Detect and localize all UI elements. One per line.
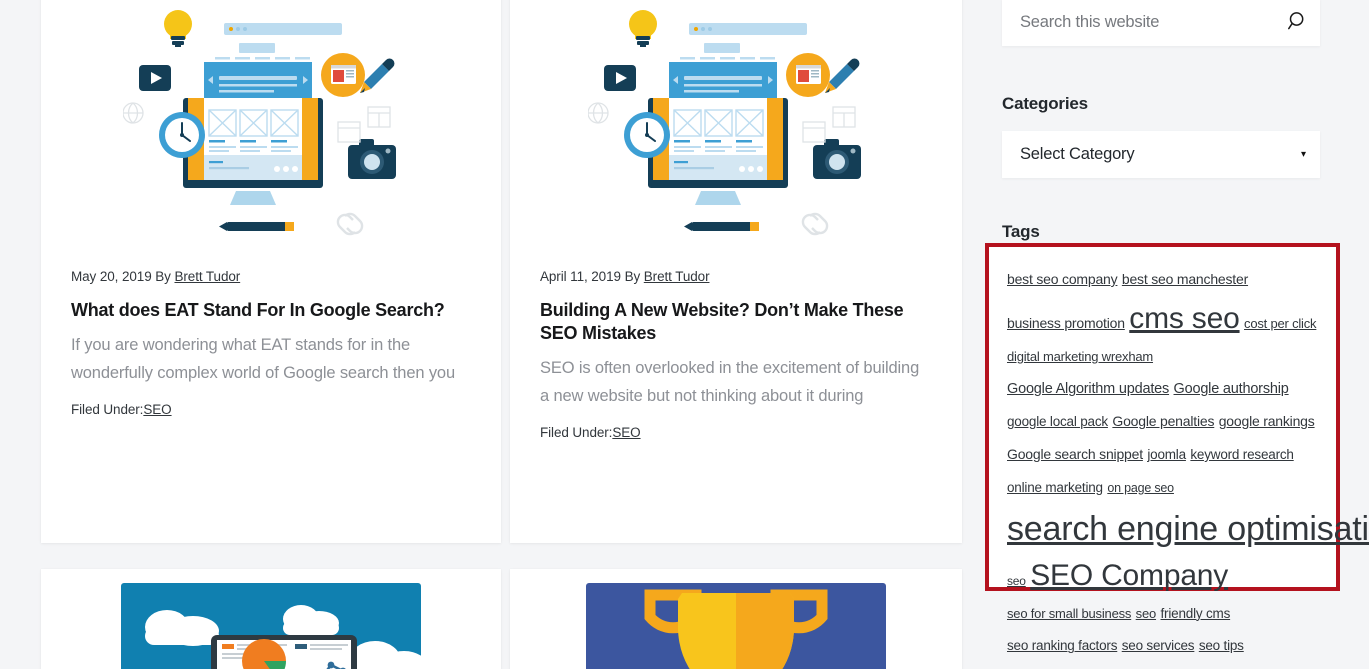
analytics-dashboard-clouds-illustration-icon xyxy=(121,583,421,669)
tag-link[interactable]: Google search snippet xyxy=(1007,446,1143,462)
tag-link[interactable]: joomla xyxy=(1147,447,1186,462)
tag-link[interactable]: Google authorship xyxy=(1174,381,1289,397)
post-thumbnail-link[interactable] xyxy=(510,569,962,669)
post-card[interactable] xyxy=(510,569,962,669)
tag-link[interactable]: best seo manchester xyxy=(1122,271,1248,287)
filed-under-label: Filed Under: xyxy=(540,424,613,440)
post-author-link[interactable]: Brett Tudor xyxy=(644,269,710,284)
post-thumbnail-link[interactable] xyxy=(41,0,501,269)
filed-under-label: Filed Under: xyxy=(71,401,144,417)
tag-link[interactable]: seo for small business xyxy=(1007,606,1131,621)
tag-link[interactable]: seo xyxy=(1007,574,1026,588)
post-card[interactable]: April 11, 2019 By Brett Tudor Building A… xyxy=(510,0,962,543)
seo-web-design-illustration-icon xyxy=(122,0,419,269)
tag-link[interactable]: on page seo xyxy=(1107,481,1174,495)
posts-grid: May 20, 2019 By Brett Tudor What does EA… xyxy=(41,0,962,669)
post-title-link[interactable]: What does EAT Stand For In Google Search… xyxy=(71,299,471,322)
tag-link[interactable]: keyword research xyxy=(1190,447,1294,462)
search-input[interactable] xyxy=(1002,13,1276,32)
tag-link[interactable]: cost per click xyxy=(1244,316,1317,331)
post-date: April 11, 2019 xyxy=(540,269,621,284)
tag-link[interactable]: business promotion xyxy=(1007,315,1125,331)
post-meta: April 11, 2019 By Brett Tudor xyxy=(540,269,932,284)
tag-link[interactable]: Google penalties xyxy=(1112,413,1214,429)
tag-cloud: best seo company best seo manchester bus… xyxy=(985,243,1369,653)
gold-trophy-illustration-icon xyxy=(586,583,886,669)
categories-widget-title: Categories xyxy=(1002,94,1088,113)
post-by-label: By xyxy=(155,269,171,284)
post-body: May 20, 2019 By Brett Tudor What does EA… xyxy=(41,269,501,417)
post-thumbnail-link[interactable] xyxy=(41,569,501,669)
tag-link[interactable]: seo ranking factors xyxy=(1007,638,1117,653)
tag-cloud-list: best seo company best seo manchester bus… xyxy=(1007,264,1369,669)
post-by-label: By xyxy=(624,269,641,284)
category-select-value: Select Category xyxy=(1020,145,1135,163)
search-icon xyxy=(1288,11,1308,34)
page-root: May 20, 2019 By Brett Tudor What does EA… xyxy=(0,0,1369,669)
post-meta: May 20, 2019 By Brett Tudor xyxy=(71,269,471,284)
tag-link[interactable]: search engine optimisation xyxy=(1007,510,1369,548)
search-submit-button[interactable] xyxy=(1276,0,1320,46)
tag-link[interactable]: digital marketing wrexham xyxy=(1007,349,1153,364)
tag-link[interactable]: friendly cms xyxy=(1161,606,1231,621)
tag-link[interactable]: seo tips xyxy=(1199,638,1244,653)
post-date: May 20, 2019 xyxy=(71,269,152,284)
post-filed-under: Filed Under:SEO xyxy=(71,402,471,417)
post-excerpt: If you are wondering what EAT stands for… xyxy=(71,336,455,383)
post-body: April 11, 2019 By Brett Tudor Building A… xyxy=(510,269,962,440)
tag-link[interactable]: Google Algorithm updates xyxy=(1007,381,1169,397)
tag-link[interactable]: seo services xyxy=(1122,638,1195,653)
tag-link[interactable]: cms seo xyxy=(1129,302,1239,335)
post-author-link[interactable]: Brett Tudor xyxy=(174,269,240,284)
tag-link[interactable]: google local pack xyxy=(1007,414,1108,429)
tags-widget-title: Tags xyxy=(1002,222,1040,241)
tag-link[interactable]: SEO Company xyxy=(1030,559,1228,592)
post-category-link[interactable]: SEO xyxy=(143,402,171,417)
tag-link[interactable]: google rankings xyxy=(1219,413,1315,429)
chevron-down-icon: ▾ xyxy=(1300,148,1306,160)
post-excerpt: SEO is often overlooked in the excitemen… xyxy=(540,359,920,406)
category-select[interactable]: Select Category ▾ xyxy=(1002,131,1320,178)
post-filed-under: Filed Under:SEO xyxy=(540,425,932,440)
seo-web-design-illustration-icon xyxy=(587,0,884,269)
post-thumbnail-link[interactable] xyxy=(510,0,962,269)
post-category-link[interactable]: SEO xyxy=(612,425,640,440)
post-card[interactable] xyxy=(41,569,501,669)
tag-link[interactable]: seo xyxy=(1136,606,1157,621)
search-widget xyxy=(1002,0,1320,46)
tag-link[interactable]: best seo company xyxy=(1007,271,1118,287)
post-title-link[interactable]: Building A New Website? Don’t Make These… xyxy=(540,299,932,345)
tag-link[interactable]: online marketing xyxy=(1007,480,1103,495)
post-card[interactable]: May 20, 2019 By Brett Tudor What does EA… xyxy=(41,0,501,543)
